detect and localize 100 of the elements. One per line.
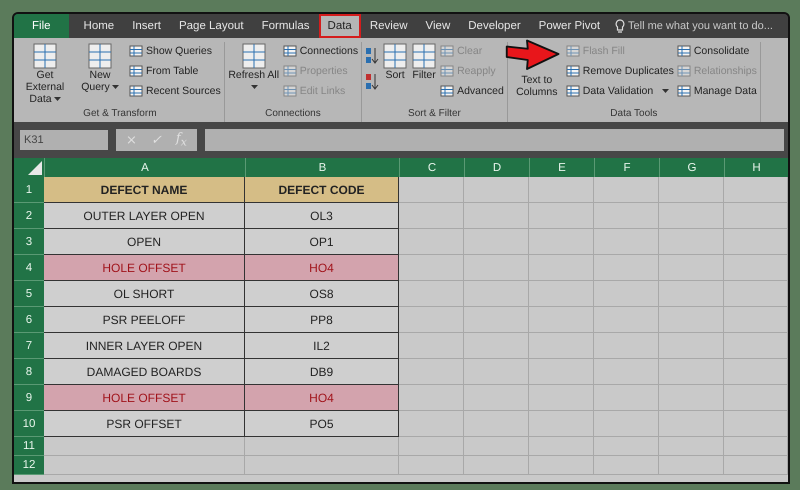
row-header[interactable]: 7 [14,333,44,359]
table-cell [724,437,788,456]
column-header[interactable]: G [659,158,724,177]
ribbon-button[interactable]: Show Queries [129,42,221,59]
ribbon-tab[interactable]: Formulas [252,14,319,38]
table-cell [724,177,788,203]
table-cell: DB9 [245,359,399,385]
row-header[interactable]: 10 [14,411,44,437]
row-header[interactable]: 8 [14,359,44,385]
caret-icon [54,96,61,101]
ribbon-button[interactable]: Refresh All [228,42,280,108]
select-all-icon[interactable] [28,161,42,175]
sort-ascending-icon[interactable] [365,46,380,66]
ribbon-button[interactable]: Get External Data [19,42,71,108]
table-cell [659,333,724,359]
grid-icon [440,44,454,56]
table-cell [464,177,529,203]
column-header[interactable]: C [399,158,464,177]
column-header[interactable]: H [724,158,788,177]
grid-icon [240,42,267,70]
ribbon-button[interactable]: Sort [382,42,408,108]
formula-field[interactable] [204,129,784,151]
table-cell [399,456,464,475]
sort-descending-icon[interactable] [365,72,380,92]
table-cell [724,307,788,333]
ribbon-button[interactable]: Advanced [440,82,504,99]
row-header[interactable]: 12 [14,456,44,475]
tell-me-field[interactable]: Tell me what you want to do... [628,20,788,32]
table-cell [399,437,464,456]
table-cell [529,177,594,203]
row-header[interactable]: 3 [14,229,44,255]
row-header[interactable]: 4 [14,255,44,281]
table-cell [464,281,529,307]
ribbon-button[interactable]: From Table [129,62,221,79]
ribbon-tab[interactable]: Data [318,14,361,38]
ribbon-button[interactable]: New Query [74,42,126,108]
ribbon-button[interactable]: Filter [411,42,438,108]
ribbon-button[interactable]: Data Validation [566,82,674,99]
ribbon-tab[interactable]: Home [74,14,124,38]
grid-icon [129,44,143,56]
row-header[interactable]: 1 [14,177,44,203]
table-cell [464,456,529,475]
row-header[interactable]: 6 [14,307,44,333]
ribbon-tab[interactable]: Insert [123,14,170,38]
column-header[interactable]: D [464,158,529,177]
table-cell [464,229,529,255]
table-cell: OL SHORT [44,281,245,307]
table-cell [659,177,724,203]
ribbon-button[interactable]: Remove Duplicates [566,62,674,79]
caret-icon [662,88,670,92]
row-header[interactable]: 11 [14,437,44,456]
table-cell: OPEN [44,229,245,255]
table-cell [594,456,659,475]
ribbon-tab[interactable]: Developer [459,14,530,38]
group-label: Connections [264,108,322,121]
table-cell: OUTER LAYER OPEN [44,203,245,229]
table-cell [724,229,788,255]
name-box[interactable]: K31 [20,130,108,150]
table-cell [464,385,529,411]
ribbon-tab[interactable]: Review [360,14,417,38]
ribbon-tab[interactable]: Power Pivot [530,14,610,38]
ribbon-button[interactable]: Manage Data [676,82,757,99]
column-header[interactable]: E [529,158,594,177]
ribbon-button[interactable]: Recent Sources [129,82,221,99]
table-cell [594,333,659,359]
grid-icon [129,84,143,96]
table-cell [399,307,464,333]
table-cell: IL2 [245,333,399,359]
table-cell [659,359,724,385]
table-cell [399,281,464,307]
table-cell [659,281,724,307]
table-cell [594,411,659,437]
table-cell [399,177,464,203]
ribbon-button[interactable]: Consolidate [676,42,757,59]
table-cell [464,359,529,385]
table-cell [659,411,724,437]
table-cell [464,333,529,359]
table-cell [724,385,788,411]
grid-icon [566,64,580,76]
table-cell: HO4 [245,385,399,411]
table-cell: HOLE OFFSET [44,255,245,281]
row-header[interactable]: 5 [14,281,44,307]
table-cell [529,359,594,385]
table-cell [659,437,724,456]
grid-icon [676,84,691,96]
table-cell [724,359,788,385]
table-cell [594,255,659,281]
table-cell: OS8 [245,281,399,307]
row-header[interactable]: 2 [14,203,44,229]
ribbon-tab[interactable]: Page Layout [170,14,253,38]
table-cell [724,333,788,359]
row-header[interactable]: 9 [14,385,44,411]
ribbon-tab[interactable]: File [14,14,69,38]
table-cell [529,411,594,437]
column-header[interactable]: F [594,158,659,177]
ribbon-tab[interactable]: View [416,14,460,38]
ribbon-button[interactable]: Text to Columns [510,75,563,98]
ribbon-button[interactable]: Connections [282,42,358,59]
table-cell [594,281,659,307]
table-cell: DEFECT NAME [44,177,245,203]
